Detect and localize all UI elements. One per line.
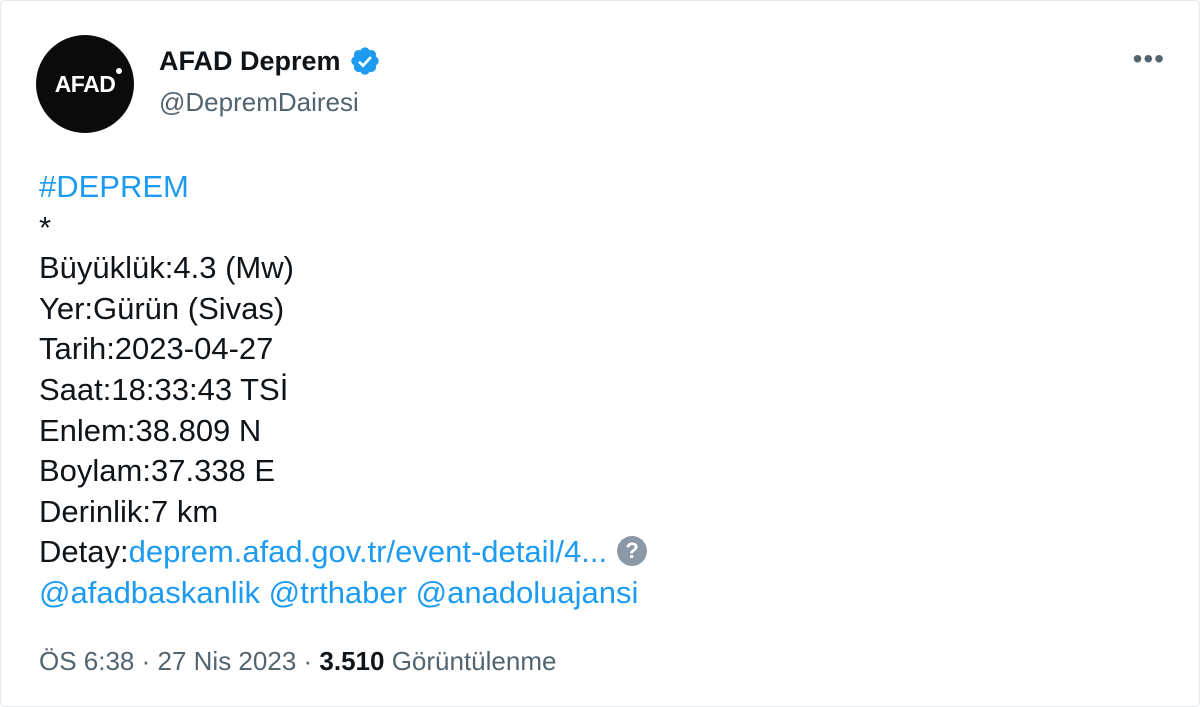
magnitude-text: Büyüklük:4.3 (Mw) (39, 250, 294, 286)
more-options-icon[interactable]: ••• (1133, 45, 1165, 73)
location-text: Yer:Gürün (Sivas) (39, 290, 285, 326)
avatar-logo-text: AFAD (55, 67, 123, 98)
tweet-date[interactable]: 27 Nis 2023 (158, 646, 297, 676)
mention-afadbaskanlik[interactable]: @afadbaskanlik (39, 575, 260, 610)
view-label: Görüntülenme (384, 646, 557, 676)
longitude-text: Boylam:37.338 E (39, 453, 276, 489)
detail-label: Detay: (39, 534, 129, 570)
meta-separator: · (296, 646, 320, 676)
latitude-text: Enlem:38.809 N (39, 412, 262, 448)
view-count: 3.510 (319, 646, 385, 676)
avatar[interactable]: AFAD (36, 35, 134, 133)
tweet-text: #DEPREM * Büyüklük:4.3 (Mw) Yer:Gürün (S… (39, 167, 648, 614)
question-icon[interactable]: ? (617, 536, 648, 567)
separator-text: * (39, 209, 52, 245)
user-handle[interactable]: @DepremDairesi (159, 87, 359, 118)
hashtag-link[interactable]: #DEPREM (39, 169, 189, 204)
depth-text: Derinlik:7 km (39, 493, 219, 529)
mention-anadoluajansi[interactable]: @anadoluajansi (416, 575, 639, 610)
time-text: Saat:18:33:43 TSİ (39, 371, 289, 407)
detail-link[interactable]: deprem.afad.gov.tr/event-detail/4... (129, 534, 607, 569)
meta-separator: · (134, 646, 158, 676)
tweet-time[interactable]: ÖS 6:38 (39, 646, 134, 676)
display-name[interactable]: AFAD Deprem (159, 46, 341, 77)
verified-badge-icon (350, 47, 379, 75)
author-name-row: AFAD Deprem (159, 45, 381, 77)
tweet-card: AFAD AFAD Deprem @DepremDairesi ••• #DEP… (0, 0, 1200, 707)
logo-dot-icon (116, 67, 123, 74)
tweet-meta: ÖS 6:38 · 27 Nis 2023 · 3.510 Görüntülen… (39, 646, 556, 677)
date-text: Tarih:2023-04-27 (39, 331, 274, 367)
mention-trthaber[interactable]: @trthaber (269, 575, 407, 610)
